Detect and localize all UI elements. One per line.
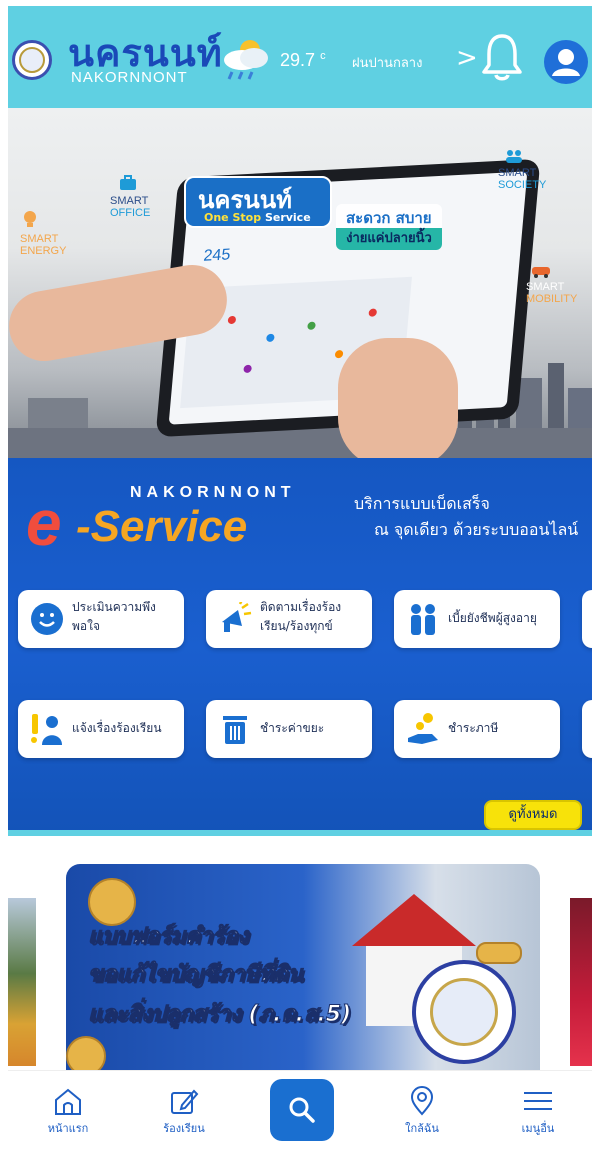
city-seal-icon <box>412 960 516 1064</box>
nav-label: หน้าแรก <box>47 1122 89 1135</box>
service-elderly-allowance[interactable]: เบี้ยยังชีพผู้สูงอายุ <box>394 590 560 648</box>
coin-image <box>66 1036 106 1070</box>
nav-search-button[interactable] <box>270 1079 334 1141</box>
people-icon <box>506 150 522 163</box>
smiley-icon <box>31 603 63 635</box>
one-stop-service-badge: นครนนท์ One Stop Service <box>184 176 332 228</box>
banner-title-line-2: ขอแก้ไขบัญชีภาษีที่ดิน <box>88 962 304 988</box>
nav-label: ร้องเรียน <box>163 1122 205 1135</box>
service-label: ประเมินความพึงพอใจ <box>72 600 156 633</box>
complaint-person-icon <box>31 714 62 745</box>
carousel-next-slide[interactable] <box>570 898 592 1066</box>
eservice-tagline-1: บริการแบบเบ็ดเสร็จ <box>354 494 490 513</box>
weather-chevron-icon[interactable]: > <box>456 43 478 73</box>
hero-banner[interactable]: 245 SMART ENERGY SMART OFFICE SMART SOCIETY… <box>8 108 592 458</box>
eservice-logo-service: -Service <box>76 502 248 551</box>
nav-nearby[interactable]: ใกล้ฉัน <box>382 1085 462 1137</box>
easy-slogan-badge: สะดวก สบาย ง่ายแค่ปลายนิ้ว <box>336 204 442 250</box>
edit-icon <box>171 1089 199 1114</box>
location-pin-icon <box>410 1086 434 1116</box>
bottom-navigation: หน้าแรก ร้องเรียน ใกล้ฉัน เมนูอื่น <box>8 1070 592 1153</box>
slogan-line-2: ง่ายแค่ปลายนิ้ว <box>336 228 442 250</box>
banner-title-line-1: แบบฟอร์มคำร้อง <box>87 924 249 950</box>
oss-subtitle: One Stop Service <box>204 211 311 224</box>
bell-icon[interactable] <box>480 32 524 82</box>
briefcase-icon <box>120 175 136 190</box>
nav-complaint[interactable]: ร้องเรียน <box>144 1085 224 1137</box>
lightbulb-icon <box>24 211 36 227</box>
tablet-stat: 245 <box>202 246 232 265</box>
service-next-peek-2[interactable] <box>582 700 592 758</box>
carousel-banner[interactable]: แบบฟอร์มคำร้อง ขอแก้ไขบัญชีภาษีที่ดิน แล… <box>66 864 540 1070</box>
smart-energy-label: SMART ENERGY <box>20 208 66 257</box>
eservice-nakornnont-label: NAKORNNONT <box>130 484 296 501</box>
service-next-peek[interactable] <box>582 590 592 648</box>
service-label: ติดตามเรื่องร้องเรียน/ร้องทุกข์ <box>260 600 342 633</box>
home-icon <box>55 1088 81 1115</box>
service-tax-payment[interactable]: ชำระภาษี <box>394 700 560 758</box>
service-waste-fee[interactable]: ชำระค่าขยะ <box>206 700 372 758</box>
nav-home[interactable]: หน้าแรก <box>28 1085 108 1137</box>
service-label: ชำระภาษี <box>448 721 499 735</box>
coin-hand-icon <box>408 713 438 744</box>
elderly-couple-icon <box>411 604 435 635</box>
eservice-logo-e: e <box>26 487 62 559</box>
nav-label: เมนูอื่น <box>521 1122 555 1135</box>
brand-subtitle: NAKORNNONT <box>71 69 188 86</box>
service-label: แจ้งเรื่องร้องเรียน <box>72 721 162 735</box>
smart-mobility-label: SMART MOBILITY <box>526 262 577 305</box>
nav-more-menu[interactable]: เมนูอื่น <box>498 1085 578 1137</box>
see-all-button[interactable]: ดูทั้งหมด <box>484 800 582 830</box>
city-seal-icon[interactable] <box>12 40 52 80</box>
app-header: นครนนท์ NAKORNNONT 29.7 c ฝนปานกลาง > <box>8 6 592 108</box>
megaphone-icon <box>222 602 252 632</box>
smart-society-label: SMART SOCIETY <box>498 148 546 191</box>
service-satisfaction[interactable]: ประเมินความพึงพอใจ <box>18 590 184 648</box>
temperature: 29.7 c <box>280 50 326 70</box>
smart-office-label: SMART OFFICE <box>110 174 150 219</box>
user-avatar-icon[interactable] <box>544 40 588 84</box>
hand-right-image <box>338 338 458 458</box>
car-icon <box>532 267 550 278</box>
search-icon <box>289 1097 315 1123</box>
service-label: เบี้ยยังชีพผู้สูงอายุ <box>448 611 537 625</box>
eservice-tagline-2: ณ จุดเดียว ด้วยระบบออนไลน์ <box>374 520 579 539</box>
slogan-line-1: สะดวก สบาย <box>346 209 432 227</box>
trash-bin-icon <box>223 716 247 744</box>
weather-rain-icon <box>224 40 268 80</box>
house-roof-image <box>352 894 476 946</box>
section-divider <box>8 830 592 836</box>
banner-title-line-3: และสิ่งปลูกสร้าง (ภ.ด.ส.5) <box>87 1002 352 1028</box>
hamburger-menu-icon <box>524 1092 552 1110</box>
weather-description: ฝนปานกลาง <box>352 56 423 71</box>
carousel-prev-slide[interactable] <box>8 898 36 1066</box>
coin-stack-image <box>476 942 522 964</box>
service-label: ชำระค่าขยะ <box>260 721 325 735</box>
eservice-section: NAKORNNONT e -Service บริการแบบเบ็ดเสร็จ… <box>8 458 592 836</box>
service-report-complaint[interactable]: แจ้งเรื่องร้องเรียน <box>18 700 184 758</box>
nav-label: ใกล้ฉัน <box>405 1122 439 1135</box>
service-complaint-tracking[interactable]: ติดตามเรื่องร้องเรียน/ร้องทุกข์ <box>206 590 372 648</box>
